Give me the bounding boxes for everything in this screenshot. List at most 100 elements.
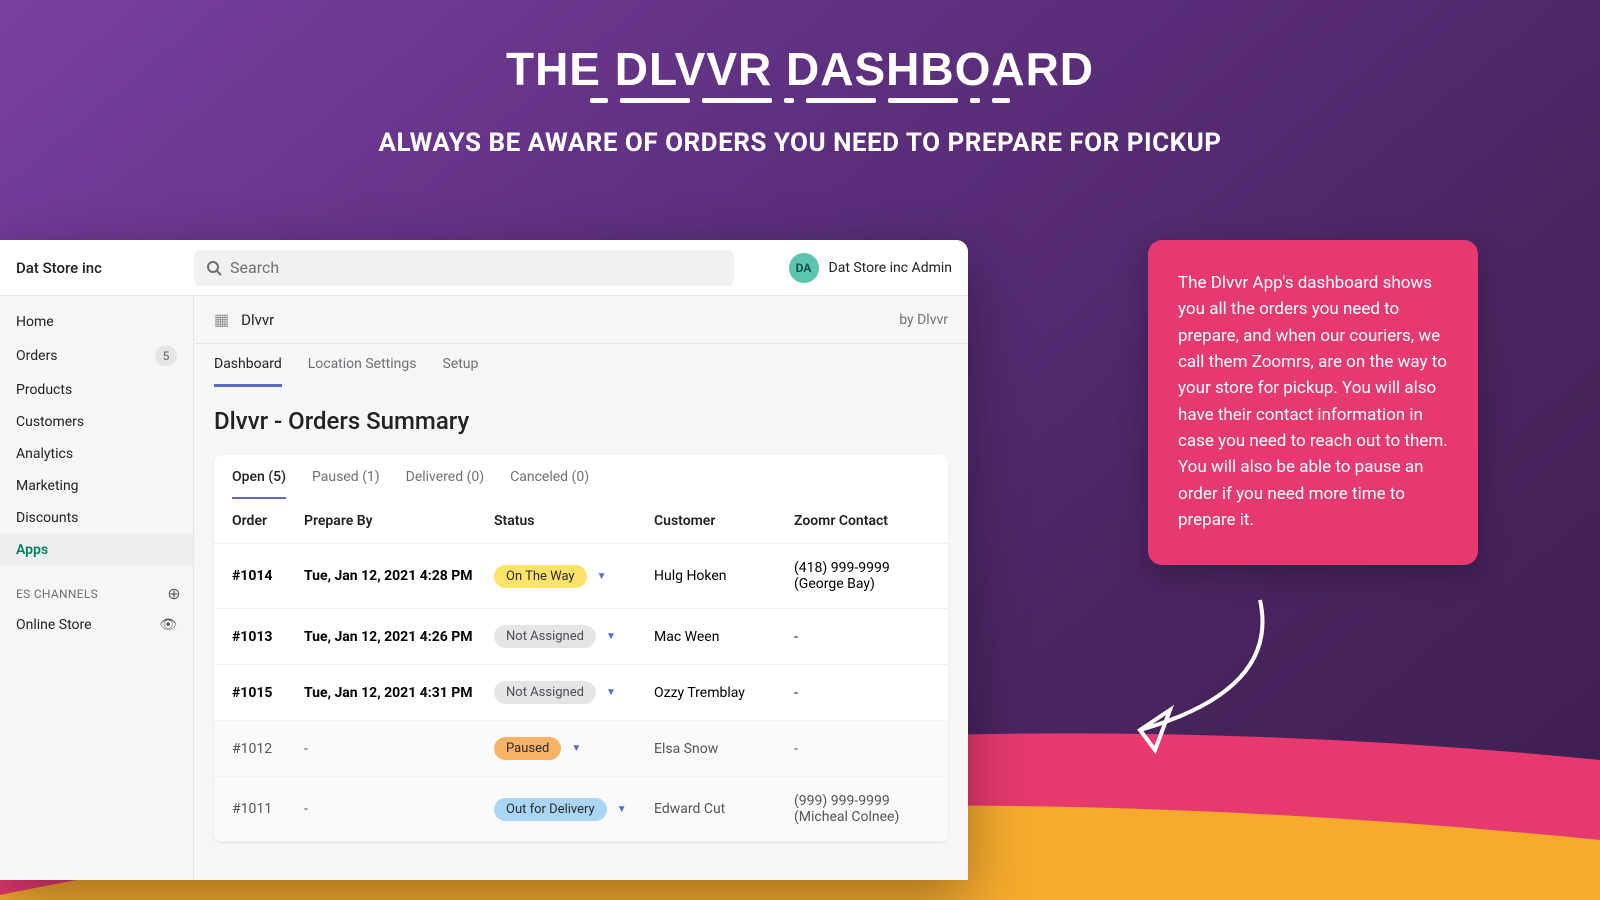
nav-label: Customers <box>16 414 84 430</box>
sidebar-item-apps[interactable]: Apps <box>0 534 193 566</box>
nav-label: Orders <box>16 348 58 364</box>
status-badge: On The Way <box>494 565 587 588</box>
user-name: Dat Store inc Admin <box>829 260 952 276</box>
app-name: Dlvvr <box>241 311 274 329</box>
cell-zoomr: (999) 999-9999 (Micheal Colnee) <box>794 793 930 825</box>
topbar: Dat Store inc Search DA Dat Store inc Ad… <box>0 240 968 296</box>
col-zoomr: Zoomr Contact <box>794 513 930 529</box>
table-row[interactable]: #1015Tue, Jan 12, 2021 4:31 PMNot Assign… <box>214 665 948 721</box>
cell-status: Not Assigned ▼ <box>494 681 654 704</box>
sidebar-item-orders[interactable]: Orders 5 <box>0 338 193 374</box>
section-label: ES CHANNELS <box>16 587 98 601</box>
decorative-dashes <box>590 98 1010 103</box>
search-input[interactable]: Search <box>194 250 734 286</box>
col-prepare: Prepare By <box>304 513 494 529</box>
table-row[interactable]: #1013Tue, Jan 12, 2021 4:26 PMNot Assign… <box>214 609 948 665</box>
cell-prepare: Tue, Jan 12, 2021 4:28 PM <box>304 568 494 584</box>
cell-order: #1012 <box>232 741 304 757</box>
chevron-down-icon[interactable]: ▼ <box>617 804 627 815</box>
store-name: Dat Store inc <box>16 259 194 277</box>
status-badge: Out for Delivery <box>494 798 607 821</box>
tab-dashboard[interactable]: Dashboard <box>214 356 282 387</box>
search-placeholder: Search <box>230 258 279 277</box>
page-title: Dlvvr - Orders Summary <box>194 387 968 447</box>
hero-subtitle: ALWAYS BE AWARE OF ORDERS YOU NEED TO PR… <box>0 128 1600 158</box>
app-icon: ▦ <box>214 310 229 329</box>
cell-prepare: - <box>304 801 494 817</box>
app-tabs: Dashboard Location Settings Setup <box>194 344 968 387</box>
cell-prepare: - <box>304 741 494 757</box>
nav-label: Apps <box>16 542 48 558</box>
nav-label: Marketing <box>16 478 79 494</box>
sidebar-item-home[interactable]: Home <box>0 306 193 338</box>
status-badge: Not Assigned <box>494 625 596 648</box>
cell-zoomr: - <box>794 741 930 757</box>
table-row[interactable]: #1011-Out for Delivery ▼ Edward Cut(999) 9… <box>214 777 948 842</box>
cell-status: Not Assigned ▼ <box>494 625 654 648</box>
cell-status: On The Way ▼ <box>494 565 654 588</box>
content-area: ▦ Dlvvr by Dlvvr Dashboard Location Setti… <box>194 296 968 880</box>
eye-icon[interactable]: 👁 <box>159 617 177 633</box>
sidebar-item-marketing[interactable]: Marketing <box>0 470 193 502</box>
callout-text: The Dlvvr App's dashboard shows you all … <box>1178 273 1448 530</box>
orders-card: Open (5) Paused (1) Delivered (0) Canceled … <box>214 455 948 842</box>
callout-box: The Dlvvr App's dashboard shows you all … <box>1148 240 1478 565</box>
cell-order: #1013 <box>232 629 304 645</box>
cell-order: #1015 <box>232 685 304 701</box>
user-menu[interactable]: DA Dat Store inc Admin <box>789 253 952 283</box>
cell-order: #1014 <box>232 568 304 584</box>
search-icon <box>206 260 222 276</box>
sidebar-item-customers[interactable]: Customers <box>0 406 193 438</box>
col-customer: Customer <box>654 513 794 529</box>
table-row[interactable]: #1014Tue, Jan 12, 2021 4:28 PMOn The Way… <box>214 544 948 609</box>
status-tab-delivered[interactable]: Delivered (0) <box>406 469 484 499</box>
status-badge: Paused <box>494 737 561 760</box>
add-channel-icon[interactable]: ⊕ <box>167 584 181 603</box>
cell-prepare: Tue, Jan 12, 2021 4:31 PM <box>304 685 494 701</box>
cell-status: Out for Delivery ▼ <box>494 798 654 821</box>
nav-label: Discounts <box>16 510 78 526</box>
tab-setup[interactable]: Setup <box>442 356 478 387</box>
chevron-down-icon[interactable]: ▼ <box>606 687 616 698</box>
chevron-down-icon[interactable]: ▼ <box>597 571 607 582</box>
cell-customer: Edward Cut <box>654 801 794 817</box>
cell-customer: Elsa Snow <box>654 741 794 757</box>
cell-customer: Mac Ween <box>654 629 794 645</box>
sidebar-item-online-store[interactable]: Online Store 👁 <box>0 609 193 641</box>
app-header: ▦ Dlvvr by Dlvvr <box>194 296 968 344</box>
nav-label: Home <box>16 314 54 330</box>
cell-order: #1011 <box>232 801 304 817</box>
online-store-label: Online Store <box>16 617 92 633</box>
admin-window: Dat Store inc Search DA Dat Store inc Ad… <box>0 240 968 880</box>
status-tab-paused[interactable]: Paused (1) <box>312 469 380 499</box>
nav-badge: 5 <box>155 346 177 366</box>
cell-zoomr: - <box>794 685 930 701</box>
status-tab-canceled[interactable]: Canceled (0) <box>510 469 589 499</box>
chevron-down-icon[interactable]: ▼ <box>571 743 581 754</box>
sidebar-section-channels: ES CHANNELS ⊕ <box>0 566 193 609</box>
cell-customer: Hulg Hoken <box>654 568 794 584</box>
app-byline: by Dlvvr <box>899 312 948 328</box>
col-order: Order <box>232 513 304 529</box>
sidebar-item-analytics[interactable]: Analytics <box>0 438 193 470</box>
tab-location-settings[interactable]: Location Settings <box>308 356 417 387</box>
cell-zoomr: (418) 999-9999 (George Bay) <box>794 560 930 592</box>
col-status: Status <box>494 513 654 529</box>
nav-label: Products <box>16 382 72 398</box>
status-badge: Not Assigned <box>494 681 596 704</box>
status-tabs: Open (5) Paused (1) Delivered (0) Canceled … <box>214 455 948 499</box>
sidebar-item-products[interactable]: Products <box>0 374 193 406</box>
arrow-annotation <box>1100 590 1300 770</box>
nav-label: Analytics <box>16 446 73 462</box>
cell-zoomr: - <box>794 629 930 645</box>
table-header: Order Prepare By Status Customer Zoomr C… <box>214 499 948 544</box>
table-row[interactable]: #1012-Paused▼Elsa Snow- <box>214 721 948 777</box>
sidebar-item-discounts[interactable]: Discounts <box>0 502 193 534</box>
cell-status: Paused ▼ <box>494 737 654 760</box>
chevron-down-icon[interactable]: ▼ <box>606 631 616 642</box>
status-tab-open[interactable]: Open (5) <box>232 469 286 499</box>
orders-table: Order Prepare By Status Customer Zoomr C… <box>214 499 948 842</box>
cell-customer: Ozzy Tremblay <box>654 685 794 701</box>
sidebar: Home Orders 5 Products Customers Analytics Mar… <box>0 296 194 880</box>
avatar: DA <box>789 253 819 283</box>
